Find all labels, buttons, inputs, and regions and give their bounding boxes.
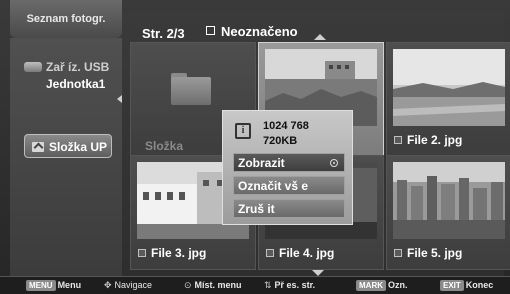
- menu-item-label: Zobrazit: [238, 156, 285, 170]
- hint-label: Př es. str.: [274, 280, 316, 290]
- tile-caption: File 5. jpg: [407, 246, 463, 260]
- window-title: Seznam fotogr.: [10, 0, 122, 38]
- usb-device-name: Jednotka1: [46, 77, 106, 91]
- menu-item-label: Zruš it: [238, 202, 275, 216]
- folder-up-button[interactable]: Složka UP: [24, 134, 112, 158]
- image-size: 720KB: [263, 135, 298, 147]
- hint-menu: MENU Menu: [26, 280, 81, 291]
- tile-checkbox[interactable]: [266, 249, 274, 257]
- tile-caption: File 4. jpg: [279, 246, 335, 260]
- hint-local-menu: ⊙ Míst. menu: [184, 280, 242, 291]
- thumbnail-image: [393, 49, 505, 126]
- hint-label: Konec: [465, 280, 494, 290]
- exit-key: EXIT: [440, 280, 464, 291]
- thumbnail-image: [393, 162, 505, 239]
- chevron-up-icon[interactable]: [314, 34, 326, 40]
- context-menu: i 1024 768 720KB Zobrazit Označit vš e Z…: [222, 110, 353, 225]
- ok-icon: ⊙: [184, 280, 192, 290]
- mark-status-label: Neoznačeno: [221, 24, 298, 39]
- usb-device-label: Zař íz. USB: [46, 60, 110, 74]
- tile-caption: Složka: [145, 139, 184, 153]
- menu-item-view[interactable]: Zobrazit: [233, 153, 345, 172]
- page-indicator: Str. 2/3: [142, 26, 185, 41]
- hint-label: Navigace: [114, 280, 153, 290]
- info-icon: i: [235, 123, 251, 139]
- mark-status: Neoznačeno: [206, 24, 298, 39]
- menu-item-mark-all[interactable]: Označit vš e: [233, 176, 345, 195]
- tile-checkbox[interactable]: [394, 249, 402, 257]
- navigation-icon: ✥: [104, 280, 112, 290]
- tile-caption: File 3. jpg: [151, 246, 207, 260]
- menu-key: MENU: [26, 280, 56, 291]
- menu-item-label: Označit vš e: [238, 179, 309, 193]
- folder-up-label: Složka UP: [49, 140, 108, 154]
- tile-caption: File 2. jpg: [407, 133, 463, 147]
- tile-checkbox[interactable]: [394, 136, 402, 144]
- tile-file-5[interactable]: File 5. jpg: [386, 155, 510, 270]
- folder-up-icon: [32, 142, 44, 152]
- device-panel: Zař íz. USB Jednotka1 Složka UP: [10, 38, 122, 276]
- tile-checkbox[interactable]: [138, 249, 146, 257]
- mark-key: MARK: [356, 280, 386, 291]
- tile-file-2[interactable]: File 2. jpg: [386, 42, 510, 157]
- hint-label: Ozn.: [388, 280, 408, 290]
- photo-list-screen: Seznam fotogr. Zař íz. USB Jednotka1 Slo…: [0, 0, 510, 294]
- checkbox-icon: [206, 26, 215, 35]
- menu-item-cancel[interactable]: Zruš it: [233, 199, 345, 218]
- radio-icon: [330, 159, 338, 167]
- hint-page: ⇅ Př es. str.: [264, 280, 315, 291]
- usb-icon: [24, 62, 42, 72]
- key-hint-bar: MENU Menu ✥ Navigace ⊙ Míst. menu ⇅ Př es. s…: [0, 276, 510, 294]
- folder-icon: [171, 73, 211, 105]
- hint-exit: EXIT Konec: [440, 280, 493, 291]
- hint-mark: MARK Ozn.: [356, 280, 408, 291]
- pr-icon: ⇅: [264, 280, 272, 290]
- image-resolution: 1024 768: [263, 120, 309, 132]
- hint-navigation: ✥ Navigace: [104, 280, 152, 291]
- hint-label: Menu: [57, 280, 82, 290]
- hint-label: Míst. menu: [194, 280, 242, 290]
